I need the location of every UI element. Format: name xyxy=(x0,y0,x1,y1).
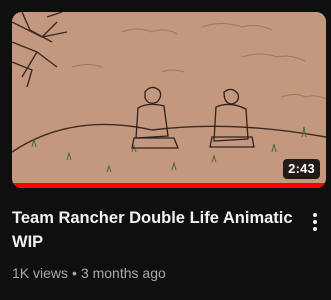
view-count: 1K views xyxy=(12,265,69,281)
video-metadata: 1K views • 3 months ago xyxy=(12,264,166,282)
watch-progress-bar xyxy=(12,183,326,188)
more-vert-icon xyxy=(313,213,317,217)
meta-separator: • xyxy=(72,265,77,281)
thumbnail-artwork xyxy=(12,12,326,188)
video-thumbnail[interactable]: 2:43 xyxy=(12,12,326,188)
more-actions-button[interactable] xyxy=(308,210,322,234)
upload-age: 3 months ago xyxy=(80,265,166,281)
duration-badge: 2:43 xyxy=(283,159,320,179)
watch-progress-track xyxy=(12,183,326,188)
video-title[interactable]: Team Rancher Double Life Animatic WIP xyxy=(12,206,297,254)
video-card[interactable]: 2:43 Team Rancher Double Life Animatic W… xyxy=(0,0,331,300)
